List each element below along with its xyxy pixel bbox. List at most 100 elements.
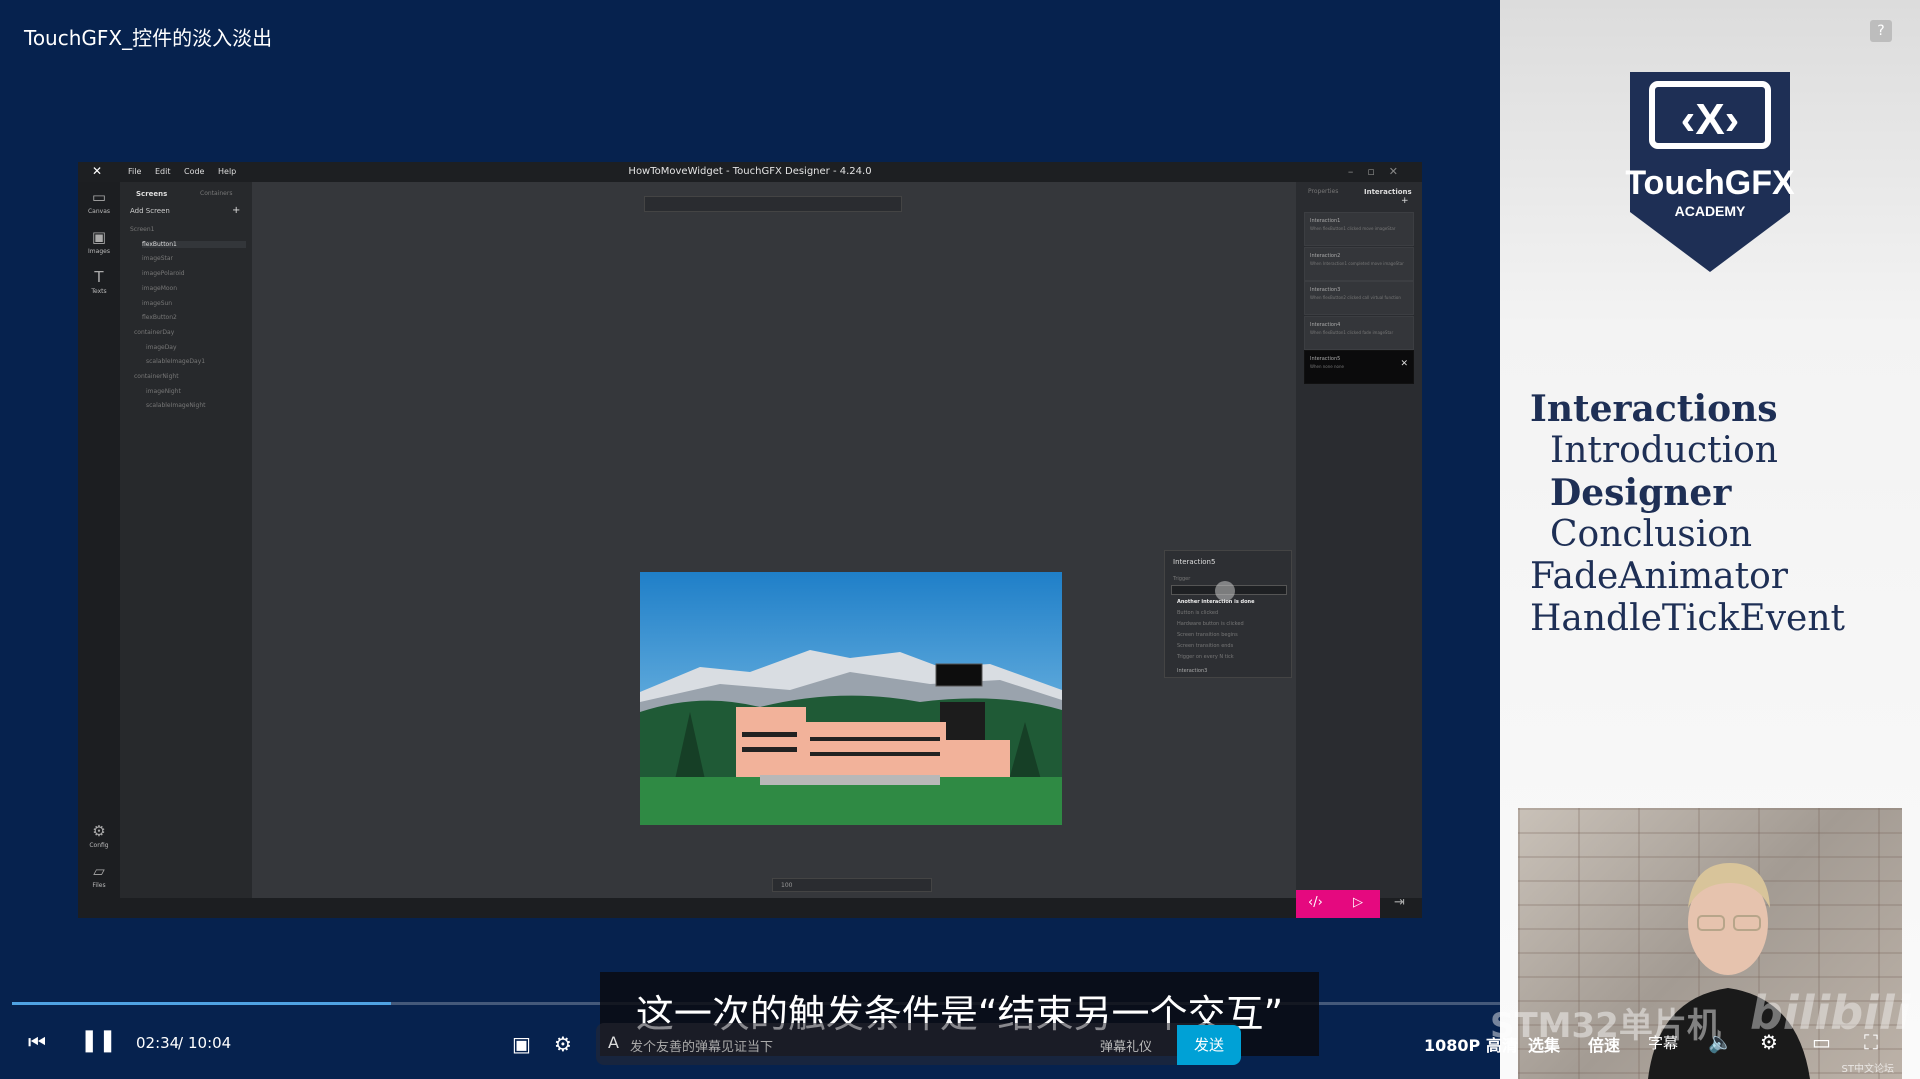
- rail-images[interactable]: ▣ Images: [78, 228, 120, 255]
- trigger-option[interactable]: Screen transition ends: [1177, 643, 1233, 649]
- popup-footer: Interaction3: [1177, 668, 1208, 674]
- text-format-icon: A: [608, 1033, 619, 1052]
- danmu-input[interactable]: A 发个友善的弹幕见证当下 弹幕礼仪: [596, 1023, 1240, 1065]
- rail-config-label: Config: [89, 842, 109, 849]
- st-building-illustration: [640, 572, 1062, 825]
- danmu-placeholder: 发个友善的弹幕见证当下: [630, 1040, 774, 1055]
- tree-item[interactable]: imageNight: [146, 388, 181, 395]
- interaction-name: Interaction5: [1310, 356, 1341, 362]
- close-icon[interactable]: ✕: [1400, 359, 1408, 369]
- outline-item: Introduction: [1550, 430, 1778, 471]
- interaction-name: Interaction4: [1310, 321, 1341, 328]
- run-simulator-button[interactable]: ▷: [1338, 890, 1380, 918]
- gear-icon[interactable]: ⚙: [1760, 1030, 1778, 1054]
- time-total: 10:04: [188, 1034, 232, 1052]
- tree-item[interactable]: Screen1: [130, 226, 154, 233]
- code-icon: ‹/›: [1308, 895, 1323, 910]
- send-button[interactable]: 发送: [1177, 1025, 1241, 1065]
- interaction-card[interactable]: Interaction1 When flexButton1 clicked mov…: [1304, 212, 1414, 246]
- folder-icon: ▱: [93, 862, 105, 880]
- collapse-icon[interactable]: ⇥: [1394, 895, 1405, 910]
- tree-item[interactable]: containerDay: [134, 329, 174, 336]
- window-controls[interactable]: –▫✕: [1348, 165, 1412, 178]
- interaction-desc: When none none: [1310, 364, 1344, 369]
- volume-icon[interactable]: 🔈: [1708, 1030, 1733, 1054]
- trigger-option[interactable]: Trigger on every N tick: [1177, 654, 1234, 660]
- outline-item: Conclusion: [1550, 514, 1753, 555]
- trigger-label: Trigger: [1173, 576, 1191, 582]
- interaction-card[interactable]: Interaction2 When Interaction1 completed …: [1304, 246, 1414, 281]
- interaction-card[interactable]: Interaction4 When flexButton1 clicked fad…: [1304, 315, 1414, 350]
- trigger-option[interactable]: Screen transition begins: [1177, 632, 1238, 638]
- popup-title: Interaction5: [1173, 558, 1216, 566]
- zoom-value[interactable]: 100: [781, 882, 792, 889]
- tree-item[interactable]: imageMoon: [142, 285, 177, 292]
- screen-tree-panel: Screens Containers Add Screen + Screen1 f…: [120, 182, 252, 898]
- tree-item[interactable]: flexButton2: [142, 314, 177, 321]
- tree-item[interactable]: imageSun: [142, 300, 172, 307]
- rail-files[interactable]: ▱ Files: [78, 862, 120, 889]
- interaction-name: Interaction2: [1310, 252, 1341, 259]
- rail-texts[interactable]: T Texts: [78, 268, 120, 295]
- designer-window-title: HowToMoveWidget - TouchGFX Designer - 4.…: [628, 166, 872, 177]
- rail-config[interactable]: ⚙ Config: [78, 822, 120, 849]
- time-separator: /: [178, 1034, 184, 1052]
- help-icon[interactable]: ?: [1870, 20, 1892, 42]
- danmu-toggle-icon[interactable]: ▣: [512, 1032, 531, 1056]
- quality-button[interactable]: 1080P 高清: [1424, 1032, 1518, 1056]
- tree-item[interactable]: containerNight: [134, 373, 179, 380]
- speed-button[interactable]: 倍速: [1588, 1032, 1620, 1056]
- tab-containers[interactable]: Containers: [200, 190, 232, 197]
- danmu-settings-icon[interactable]: ⚙: [554, 1032, 572, 1056]
- designer-titlebar: ✕ File Edit Code Help HowToMoveWidget - …: [78, 162, 1422, 182]
- fullscreen-icon[interactable]: ⛶: [1864, 1030, 1878, 1054]
- course-panel: ? ‹X› TouchGFX ACADEMY Interactions Intro…: [1500, 0, 1920, 1079]
- trigger-option[interactable]: Button is clicked: [1177, 610, 1218, 616]
- code-button[interactable]: ‹/›: [1296, 890, 1338, 918]
- previous-icon[interactable]: ⏮: [28, 1030, 46, 1054]
- touchgfx-designer-window: ✕ File Edit Code Help HowToMoveWidget - …: [78, 162, 1422, 918]
- interaction-card[interactable]: Interaction3 When flexButton2 clicked cal…: [1304, 281, 1414, 315]
- pip-icon[interactable]: ▭: [1812, 1030, 1831, 1054]
- interaction-desc: When flexButton1 clicked move imageStar: [1310, 226, 1396, 231]
- interactions-panel: Properties Interactions + Interaction1 Wh…: [1296, 182, 1422, 898]
- trigger-option[interactable]: Another interaction is done: [1177, 599, 1255, 605]
- interaction-desc: When Interaction1 completed move imageSt…: [1310, 260, 1404, 266]
- video-player: TouchGFX_控件的淡入淡出 ✕ File Edit Code Help H…: [0, 0, 1920, 1079]
- interaction-card[interactable]: Interaction5 When none none ✕: [1304, 350, 1414, 384]
- tab-interactions[interactable]: Interactions: [1364, 188, 1412, 196]
- outline-item: FadeAnimator: [1530, 556, 1788, 597]
- images-icon: ▣: [91, 228, 107, 246]
- gear-icon: ⚙: [92, 822, 106, 840]
- trigger-option[interactable]: Hardware button is clicked: [1177, 621, 1244, 627]
- tree-item[interactable]: imageDay: [146, 344, 177, 351]
- tree-item[interactable]: imageStar: [142, 255, 173, 262]
- logo-sub: ACADEMY: [1675, 203, 1746, 219]
- tab-screens[interactable]: Screens: [136, 190, 167, 198]
- add-screen-button[interactable]: Add Screen: [130, 207, 170, 215]
- tab-properties[interactable]: Properties: [1308, 188, 1338, 195]
- rail-canvas[interactable]: ▭ Canvas: [78, 188, 120, 215]
- texts-icon: T: [94, 268, 104, 286]
- canvas-preview-image[interactable]: [640, 572, 1062, 825]
- tree-item[interactable]: flexButton1: [142, 240, 246, 248]
- left-rail: ▭ Canvas ▣ Images T Texts ⚙ Config ▱ Files: [78, 182, 120, 918]
- rail-files-label: Files: [92, 882, 106, 889]
- add-interaction-icon[interactable]: +: [1401, 196, 1409, 206]
- plus-icon[interactable]: +: [232, 205, 240, 216]
- play-icon: ▷: [1353, 895, 1363, 910]
- episodes-button[interactable]: 选集: [1528, 1032, 1560, 1056]
- danmu-etiquette-link[interactable]: 弹幕礼仪: [1100, 1036, 1152, 1055]
- interaction-desc: When flexButton1 clicked fade imageStar: [1310, 329, 1394, 335]
- svg-text:‹X›: ‹X›: [1681, 95, 1740, 144]
- tree-item[interactable]: imagePolaroid: [142, 270, 185, 277]
- subtitle-button[interactable]: 字幕: [1648, 1032, 1678, 1053]
- canvas-toolbar[interactable]: [644, 196, 902, 212]
- tree-item[interactable]: scalableImageNight: [146, 402, 206, 409]
- tree-item[interactable]: scalableImageDay1: [146, 358, 205, 365]
- touchgfx-academy-logo: ‹X› TouchGFX ACADEMY: [1625, 72, 1795, 272]
- interaction-name: Interaction3: [1310, 287, 1341, 293]
- zoom-toolbar[interactable]: 100: [772, 878, 932, 892]
- outline-item: Interactions: [1530, 388, 1778, 430]
- pause-icon[interactable]: ❚❚: [80, 1028, 117, 1053]
